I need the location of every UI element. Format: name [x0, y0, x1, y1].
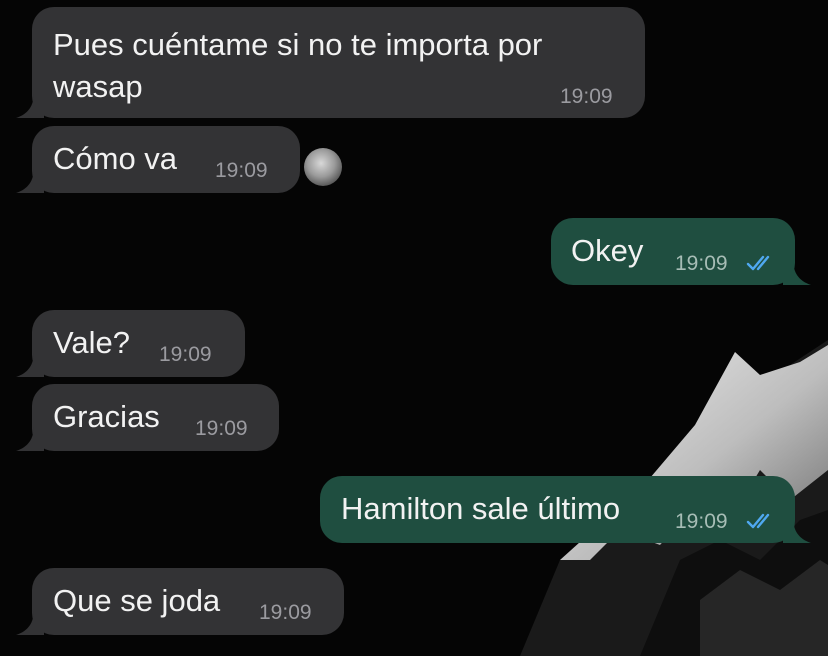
bubble-tail [783, 517, 811, 543]
message-timestamp: 19:09 [560, 85, 613, 108]
message-timestamp: 19:09 [259, 601, 312, 624]
message-text: wasap [53, 69, 143, 104]
double-check-read-icon [746, 512, 776, 530]
message-timestamp: 19:09 [215, 159, 268, 182]
incoming-message[interactable]: Gracias 19:09 [16, 384, 279, 451]
message-timestamp: 19:09 [159, 343, 212, 366]
incoming-message[interactable]: Cómo va 19:09 [16, 126, 300, 193]
bubble-tail [16, 425, 44, 451]
message-timestamp: 19:09 [195, 417, 248, 440]
message-text: Pues cuéntame si no te importa por [53, 27, 543, 62]
incoming-message[interactable]: Pues cuéntame si no te importa por wasap… [16, 7, 645, 118]
message-text: Gracias [53, 399, 160, 434]
outgoing-message[interactable]: Okey 19:09 [551, 218, 811, 285]
moon-decoration [304, 148, 342, 186]
incoming-message[interactable]: Vale? 19:09 [16, 310, 245, 377]
message-timestamp: 19:09 [675, 252, 728, 275]
bubble-tail [16, 167, 44, 193]
bubble-tail [16, 92, 44, 118]
message-text: Que se joda [53, 583, 221, 618]
message-text: Vale? [53, 325, 130, 360]
message-text: Cómo va [53, 141, 178, 176]
message-timestamp: 19:09 [675, 510, 728, 533]
outgoing-message[interactable]: Hamilton sale último 19:09 [320, 476, 811, 543]
bubble-tail [16, 351, 44, 377]
incoming-message[interactable]: Que se joda 19:09 [16, 568, 344, 635]
bubble-tail [16, 609, 44, 635]
double-check-read-icon [746, 254, 776, 272]
message-text: Hamilton sale último [341, 491, 621, 526]
bubble-tail [783, 259, 811, 285]
message-text: Okey [571, 233, 644, 268]
